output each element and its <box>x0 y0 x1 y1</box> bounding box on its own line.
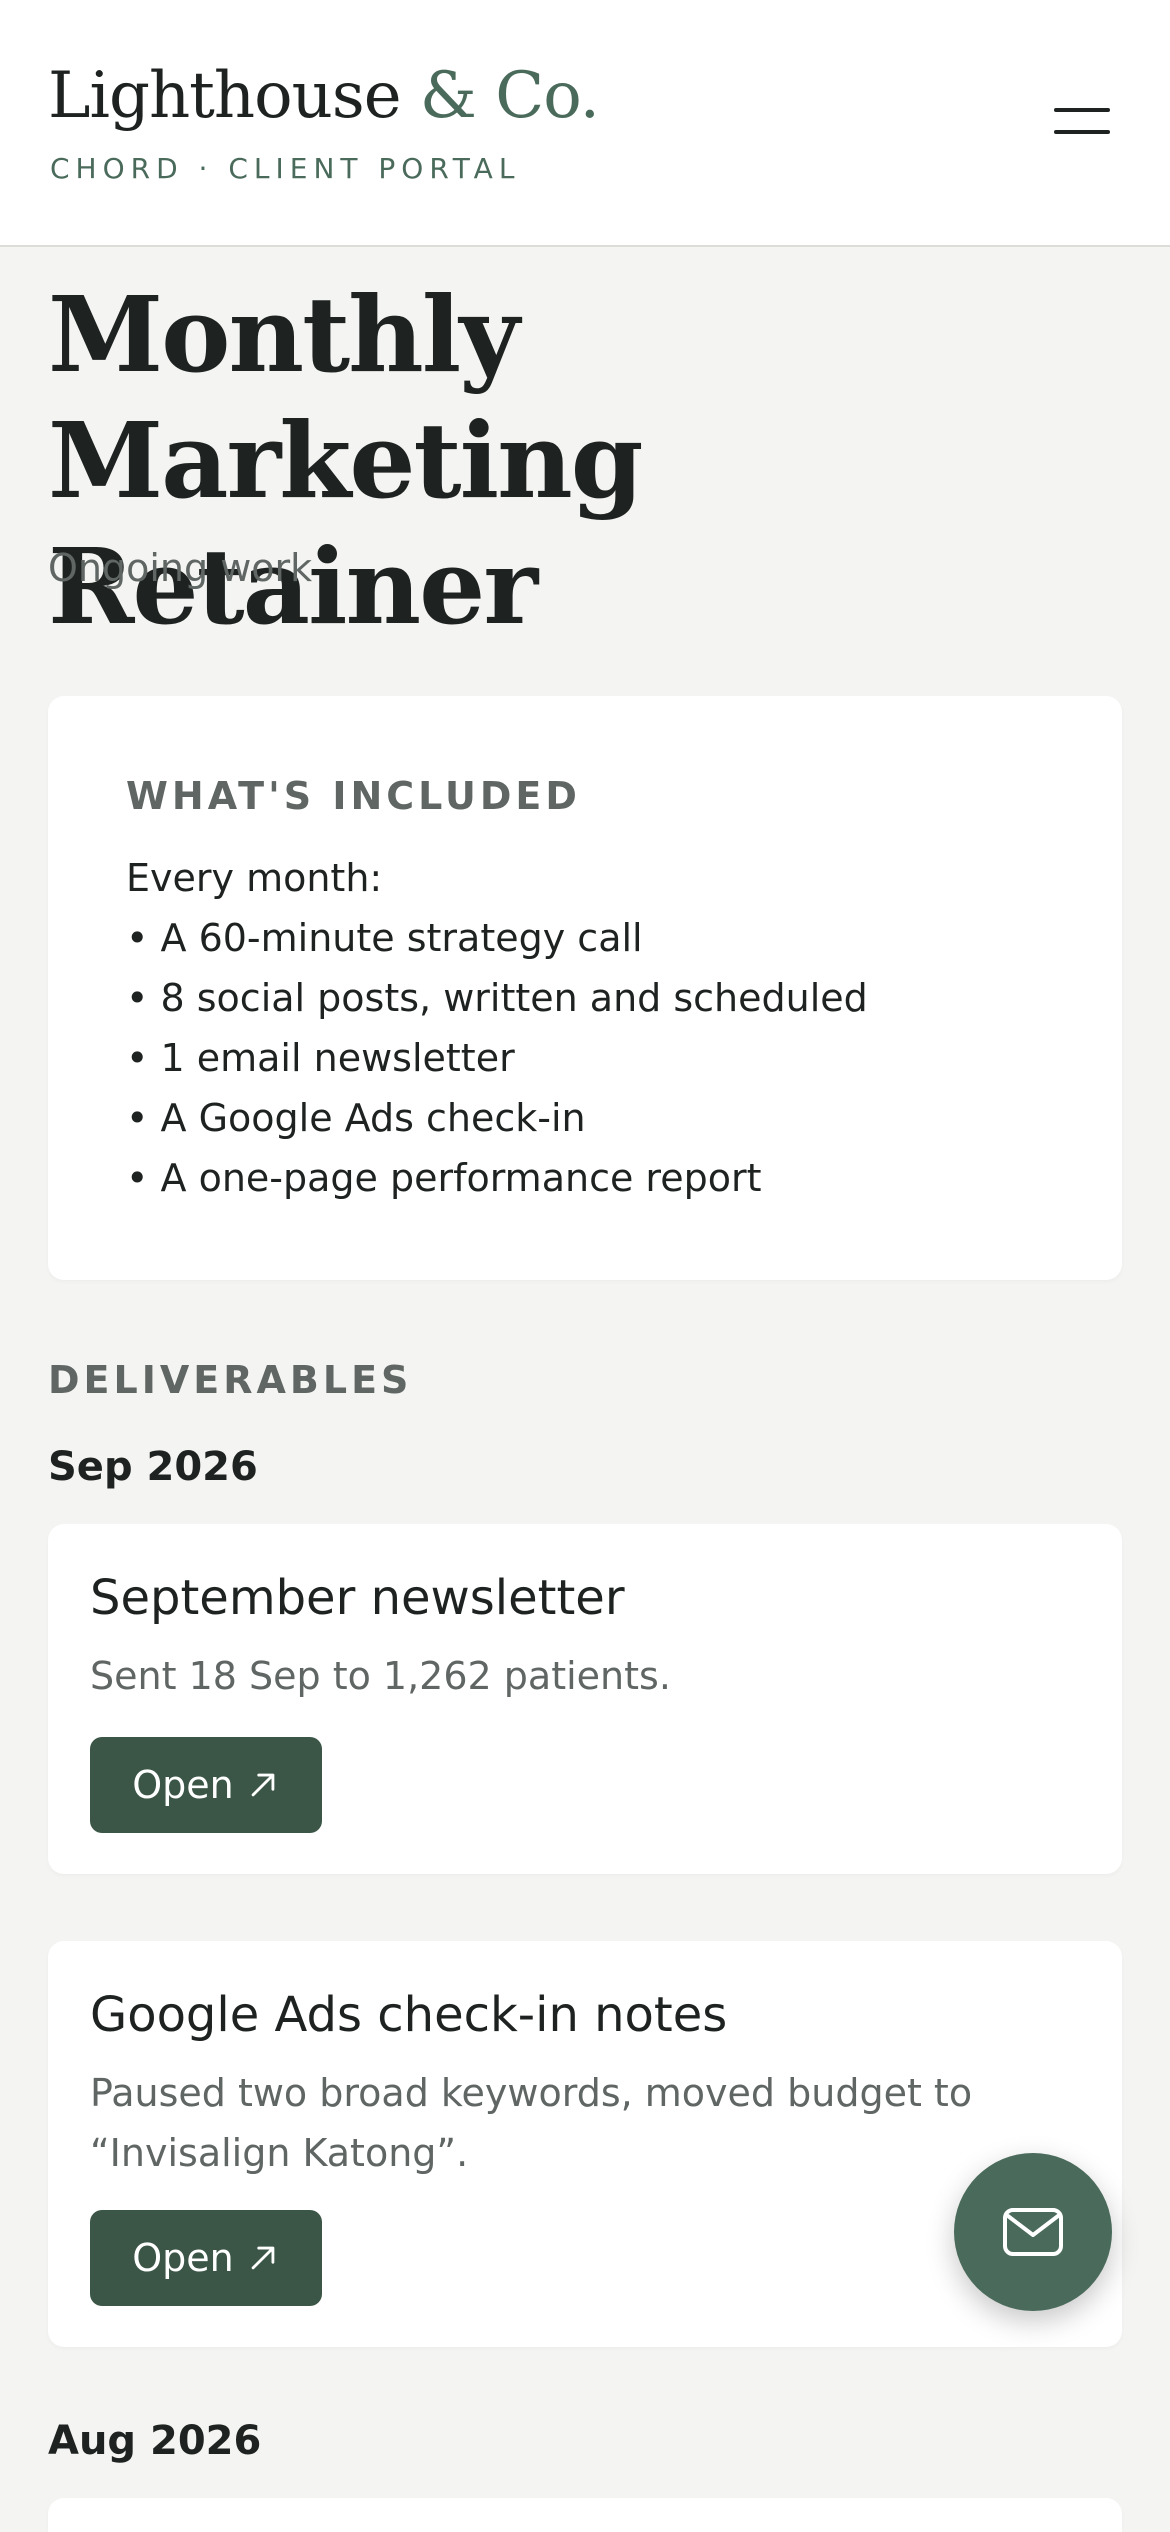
open-button[interactable]: Open <box>90 1737 322 1833</box>
deliverable-title: September newsletter <box>90 1570 625 1626</box>
open-button[interactable]: Open <box>90 2210 322 2306</box>
whats-included-list: Every month: • A 60-minute strategy call… <box>126 848 1066 1208</box>
page: Lighthouse & Co. CHORD · CLIENT PORTAL M… <box>0 0 1170 2532</box>
external-arrow-icon <box>251 2246 275 2270</box>
page-title: Monthly Marketing Retainer <box>48 273 643 648</box>
deliverable-card: September newsletter Sent 18 Sep to 1,26… <box>48 1524 1122 1874</box>
deliverables-heading: DELIVERABLES <box>48 1358 413 1402</box>
deliverable-description: Paused two broad keywords, moved budget … <box>90 2071 973 2175</box>
included-line: • A 60-minute strategy call <box>126 916 643 960</box>
whats-included-card: WHAT'S INCLUDED Every month: • A 60-minu… <box>48 696 1122 1280</box>
included-line: • 8 social posts, written and scheduled <box>126 976 868 1020</box>
brand-ampersand: & <box>419 59 477 133</box>
included-line: • A one-page performance report <box>126 1156 762 1200</box>
included-line: • 1 email newsletter <box>126 1036 515 1080</box>
top-header: Lighthouse & Co. CHORD · CLIENT PORTAL <box>0 0 1170 247</box>
menu-line <box>1054 108 1110 112</box>
page-subtitle: Ongoing work <box>48 546 313 590</box>
deliverable-card: Google Ads check-in notes Paused two bro… <box>48 1941 1122 2347</box>
portal-subtitle: CHORD · CLIENT PORTAL <box>50 152 521 185</box>
hamburger-menu-icon[interactable] <box>1040 96 1120 152</box>
month-label: Aug 2026 <box>48 2418 262 2464</box>
mail-icon <box>1003 2208 1063 2256</box>
deliverable-title: Google Ads check-in notes <box>90 1987 728 2043</box>
open-button-label: Open <box>132 2236 234 2280</box>
brand-suffix: Co. <box>495 59 600 133</box>
message-fab[interactable] <box>954 2153 1112 2311</box>
included-line: • A Google Ads check-in <box>126 1096 586 1140</box>
deliverable-description: Sent 18 Sep to 1,262 patients. <box>90 1654 671 1698</box>
external-arrow-icon <box>251 1773 275 1797</box>
month-label: Sep 2026 <box>48 1444 258 1490</box>
menu-line <box>1054 130 1110 134</box>
brand-name: Lighthouse <box>48 59 402 133</box>
deliverable-card <box>48 2498 1122 2532</box>
whats-included-heading: WHAT'S INCLUDED <box>126 774 581 818</box>
open-button-label: Open <box>132 1763 234 1807</box>
included-line: Every month: <box>126 856 383 900</box>
brand-logo[interactable]: Lighthouse & Co. <box>48 58 600 134</box>
